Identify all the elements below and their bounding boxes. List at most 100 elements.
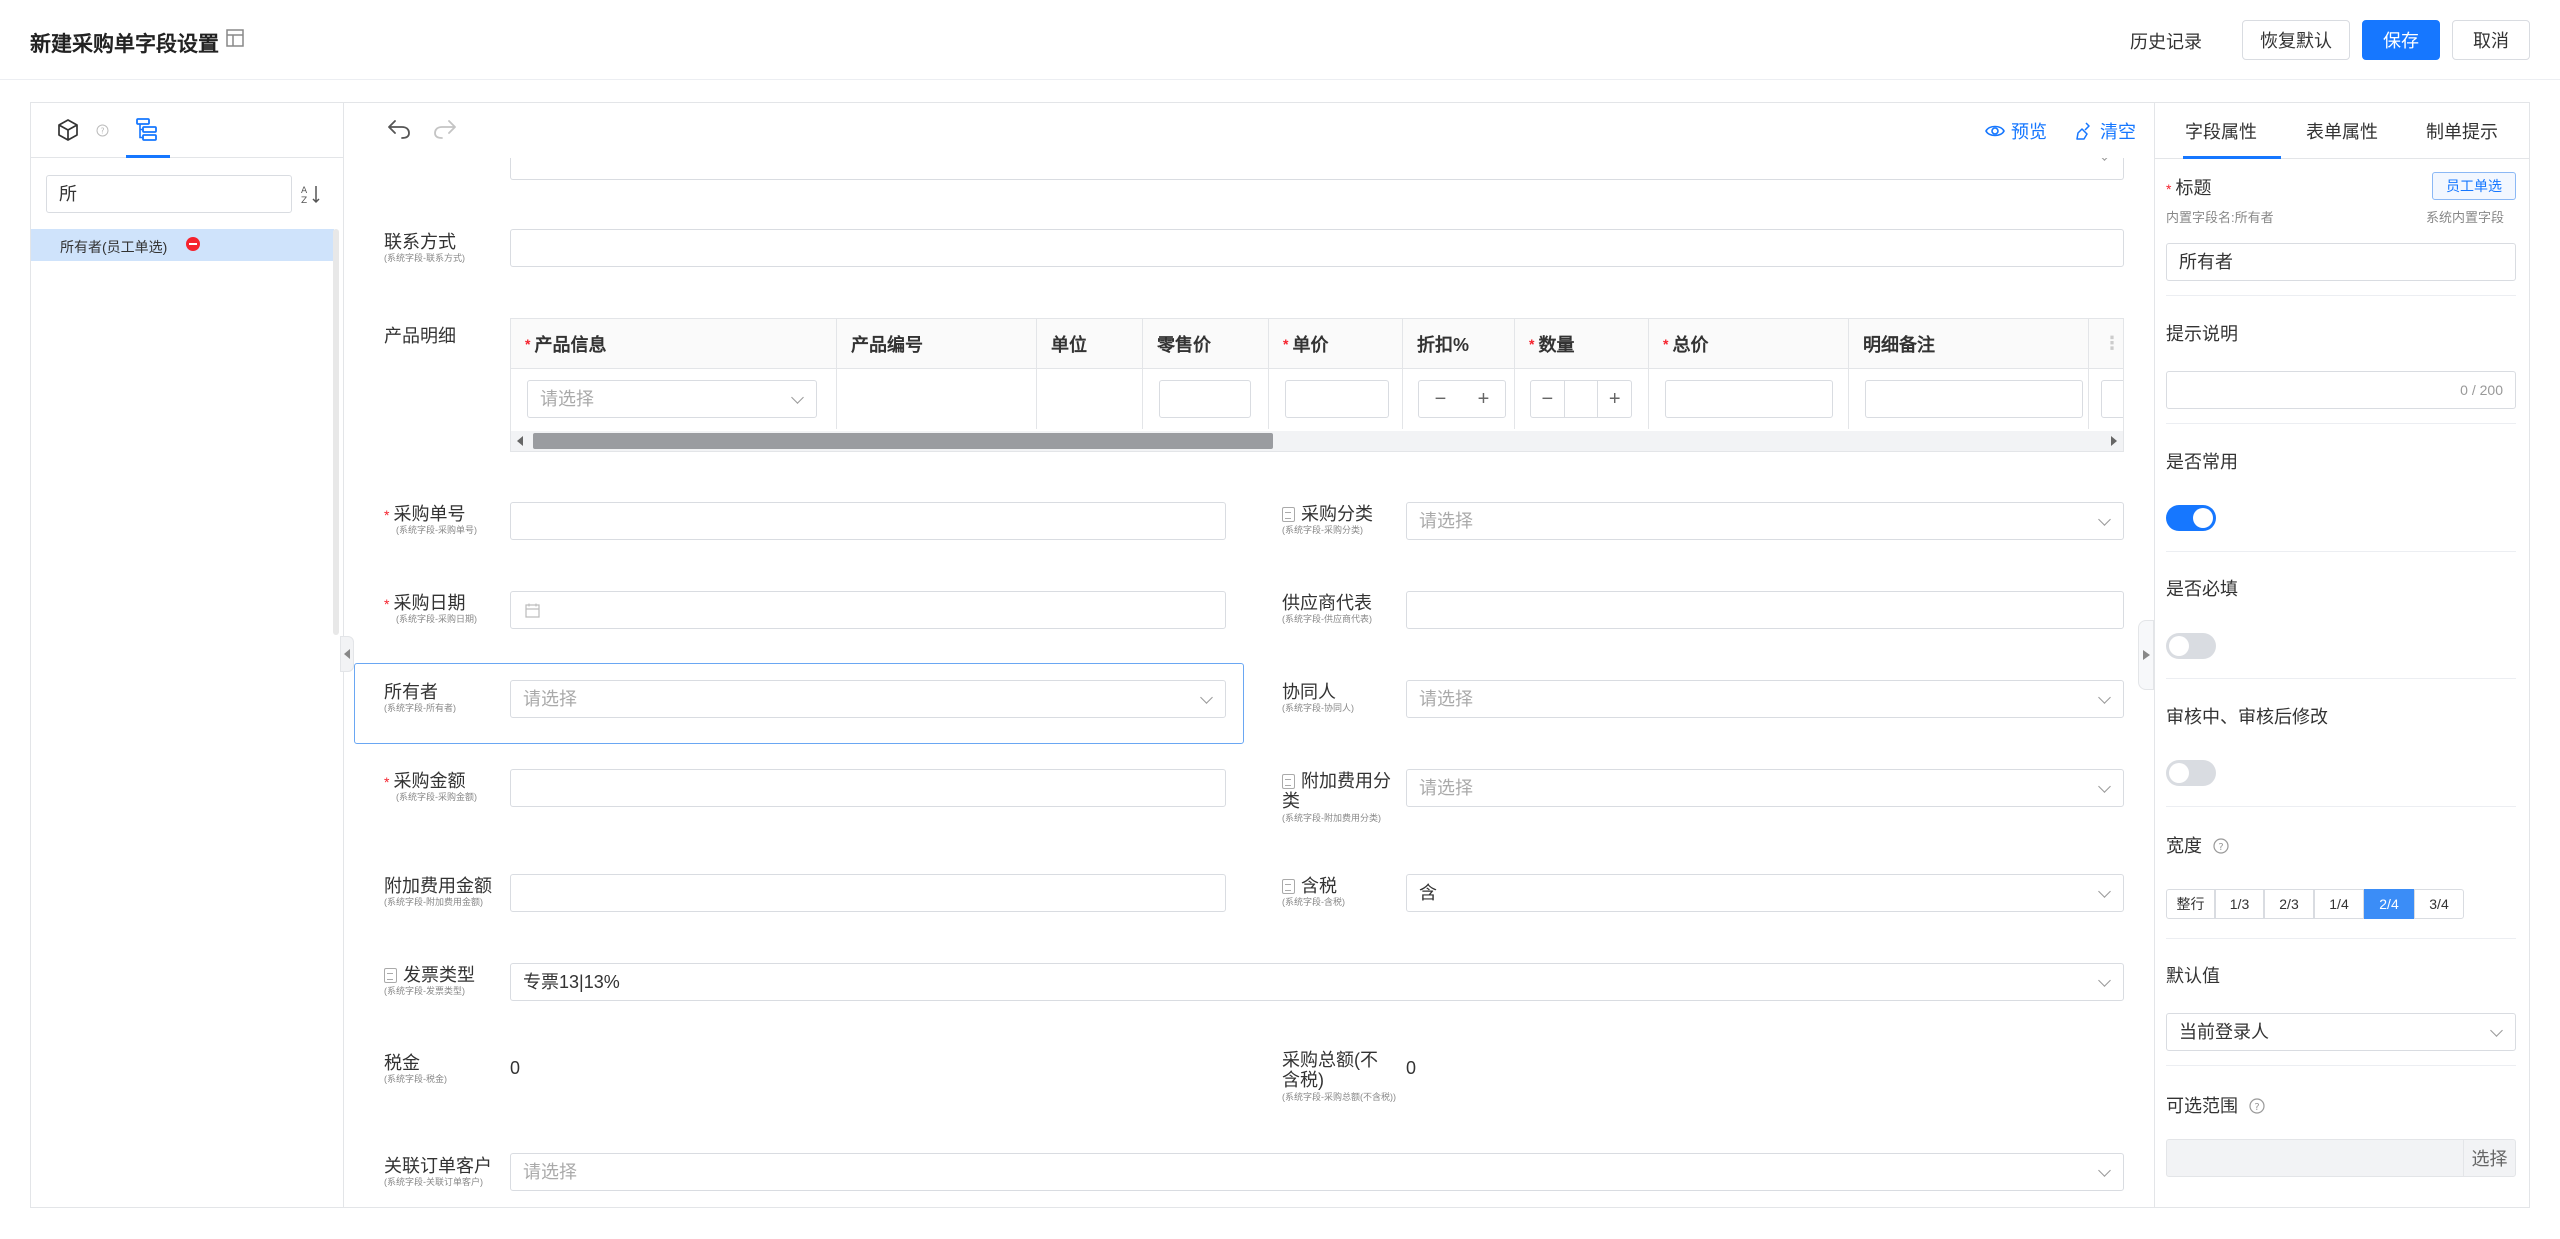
save-button[interactable]: 保存 bbox=[2362, 20, 2440, 60]
po-amount-input[interactable] bbox=[510, 769, 1226, 807]
col-header-total-price: * 总价 bbox=[1649, 319, 1849, 369]
po-category-select[interactable]: 请选择 bbox=[1406, 502, 2124, 540]
col-header-unit-price: * 单价 bbox=[1269, 319, 1403, 369]
title-input[interactable]: 所有者 bbox=[2166, 243, 2516, 281]
default-value-select[interactable]: 当前登录人 bbox=[2166, 1013, 2516, 1051]
cell-quantity: − + bbox=[1515, 369, 1649, 429]
required-prop-label: 是否必填 bbox=[2166, 579, 2238, 599]
width-option-2-4[interactable]: 2/4 bbox=[2364, 889, 2414, 919]
cell-discount: − + bbox=[1403, 369, 1515, 429]
hint-prop-label: 提示说明 bbox=[2166, 324, 2238, 344]
collapse-right-handle[interactable] bbox=[2138, 620, 2154, 690]
common-toggle[interactable] bbox=[2166, 505, 2216, 531]
width-option-full[interactable]: 整行 bbox=[2166, 889, 2215, 919]
product-label: 产品明细 bbox=[384, 326, 456, 346]
plus-icon[interactable]: + bbox=[1598, 381, 1631, 417]
remove-icon[interactable] bbox=[186, 237, 200, 251]
sort-az-icon[interactable]: A Z bbox=[300, 183, 322, 205]
plus-icon[interactable]: + bbox=[1462, 381, 1505, 417]
help-icon[interactable]: ? bbox=[2213, 838, 2229, 854]
invoice-type-label: 发票类型 bbox=[384, 965, 475, 985]
scroll-left-icon[interactable] bbox=[517, 436, 523, 446]
col-header-more: ⋮ bbox=[2089, 319, 2123, 369]
item-note-input[interactable] bbox=[1865, 380, 2083, 418]
restore-default-button[interactable]: 恢复默认 bbox=[2242, 20, 2350, 60]
supplier-rep-sub: (系统字段-供应商代表) bbox=[1282, 614, 1372, 624]
range-select-button[interactable]: 选择 bbox=[2463, 1140, 2515, 1176]
quantity-stepper[interactable]: − + bbox=[1530, 380, 1632, 418]
cell-retail-price bbox=[1143, 369, 1269, 429]
minus-icon[interactable]: − bbox=[1419, 381, 1462, 417]
history-link[interactable]: 历史记录 bbox=[2130, 28, 2202, 54]
tab-form-properties[interactable]: 表单属性 bbox=[2306, 118, 2378, 144]
unit-price-input[interactable] bbox=[1285, 380, 1389, 418]
doc-icon bbox=[1282, 774, 1295, 789]
width-option-1-3[interactable]: 1/3 bbox=[2215, 889, 2264, 919]
doc-icon bbox=[1282, 879, 1295, 894]
selectable-range-field[interactable]: 选择 bbox=[2166, 1139, 2516, 1177]
undo-icon[interactable] bbox=[386, 118, 412, 140]
cell-unit bbox=[1037, 369, 1143, 429]
po-no-input[interactable] bbox=[510, 502, 1226, 540]
eye-icon bbox=[1985, 125, 2005, 137]
cancel-button[interactable]: 取消 bbox=[2452, 20, 2530, 60]
owner-select[interactable]: 请选择 bbox=[510, 680, 1226, 718]
layout-icon[interactable] bbox=[226, 29, 244, 47]
edit-during-review-toggle[interactable] bbox=[2166, 760, 2216, 786]
width-option-2-3[interactable]: 2/3 bbox=[2264, 889, 2314, 919]
hint-char-count: 0 / 200 bbox=[2460, 382, 2503, 398]
po-date-picker[interactable] bbox=[510, 591, 1226, 629]
redo-icon[interactable] bbox=[432, 118, 458, 140]
required-toggle[interactable] bbox=[2166, 633, 2216, 659]
cell-product-info: 请选择 bbox=[511, 369, 837, 429]
tab-field-properties[interactable]: 字段属性 bbox=[2185, 118, 2257, 144]
field-tree-icon[interactable] bbox=[134, 116, 160, 142]
collaborator-label: 协同人 bbox=[1282, 682, 1336, 702]
svg-text:?: ? bbox=[2254, 1102, 2259, 1113]
left-scrollbar[interactable] bbox=[333, 229, 339, 635]
svg-text:?: ? bbox=[100, 127, 104, 136]
toolbar-mask bbox=[344, 140, 2154, 158]
svg-text:A: A bbox=[301, 186, 308, 196]
quantity-value[interactable] bbox=[1563, 381, 1599, 417]
default-value-label: 默认值 bbox=[2166, 966, 2220, 986]
collapse-left-handle[interactable] bbox=[340, 636, 354, 672]
tax-included-select[interactable]: 含 bbox=[1406, 874, 2124, 912]
related-customer-select[interactable]: 请选择 bbox=[510, 1153, 2124, 1191]
supplier-rep-label: 供应商代表 bbox=[1282, 593, 1372, 613]
product-select[interactable]: 请选择 bbox=[527, 380, 817, 418]
contact-input[interactable] bbox=[510, 229, 2124, 267]
extra-fee-amount-input[interactable] bbox=[510, 874, 1226, 912]
supplier-rep-input[interactable] bbox=[1406, 591, 2124, 629]
col-header-product-info: * 产品信息 bbox=[511, 319, 837, 369]
po-no-label: * 采购单号 bbox=[384, 504, 466, 524]
discount-stepper[interactable]: − + bbox=[1418, 380, 1506, 418]
field-type-badge: 员工单选 bbox=[2432, 172, 2516, 200]
scroll-right-icon[interactable] bbox=[2111, 436, 2117, 446]
doc-icon bbox=[1282, 507, 1295, 522]
tax-value: 0 bbox=[510, 1058, 521, 1078]
total-price-input[interactable] bbox=[1665, 380, 1833, 418]
cube-icon[interactable] bbox=[56, 118, 80, 142]
col-header-discount: 折扣% bbox=[1403, 319, 1515, 369]
width-option-3-4[interactable]: 3/4 bbox=[2414, 889, 2464, 919]
extra-fee-category-select[interactable]: 请选择 bbox=[1406, 769, 2124, 807]
cell-more bbox=[2089, 369, 2123, 429]
extra-fee-category-label: 附加费用分类 bbox=[1282, 771, 1391, 811]
minus-icon[interactable]: − bbox=[1531, 381, 1564, 417]
tab-form-tips[interactable]: 制单提示 bbox=[2426, 118, 2498, 144]
field-search-input[interactable]: 所 bbox=[46, 175, 292, 213]
hint-input[interactable]: 0 / 200 bbox=[2166, 371, 2516, 409]
selectable-range-label: 可选范围 ? bbox=[2166, 1092, 2265, 1118]
po-category-sub: (系统字段-采购分类) bbox=[1282, 525, 1363, 535]
table-hscroll-thumb[interactable] bbox=[533, 433, 1273, 449]
help-icon[interactable]: ? bbox=[2249, 1098, 2265, 1114]
collaborator-sub: (系统字段-协同人) bbox=[1282, 703, 1354, 713]
retail-price-input[interactable] bbox=[1159, 380, 1251, 418]
common-prop-label: 是否常用 bbox=[2166, 452, 2238, 472]
invoice-type-select[interactable]: 专票13|13% bbox=[510, 963, 2124, 1001]
collaborator-select[interactable]: 请选择 bbox=[1406, 680, 2124, 718]
width-option-1-4[interactable]: 1/4 bbox=[2314, 889, 2364, 919]
related-customer-sub: (系统字段-关联订单客户) bbox=[384, 1177, 483, 1187]
help-icon[interactable]: ? bbox=[96, 124, 109, 137]
